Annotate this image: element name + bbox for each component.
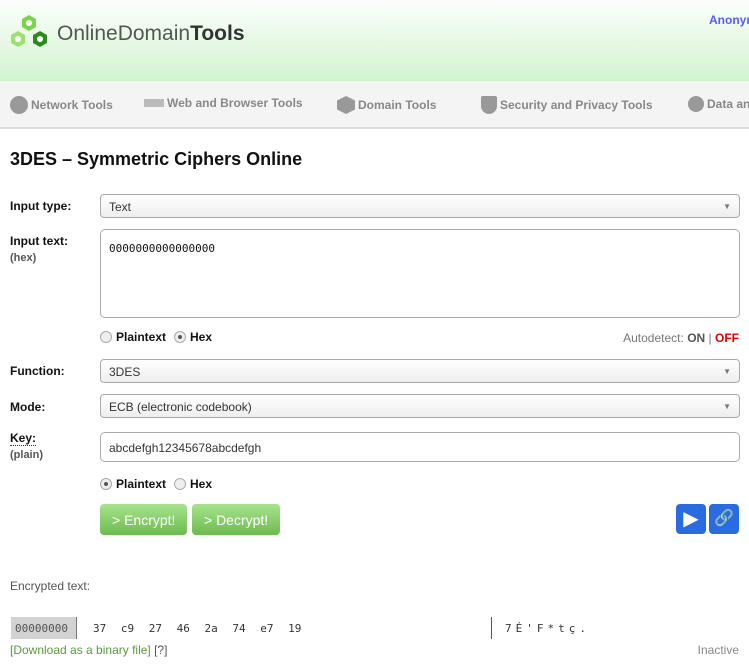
function-select[interactable]: 3DES ▼ xyxy=(100,359,740,383)
encrypt-button[interactable]: > Encrypt! xyxy=(100,504,188,535)
nav-label: Security and Privacy Tools xyxy=(500,98,653,112)
logo-light: OnlineDomain xyxy=(57,22,191,45)
input-text-label: Input text: (hex) xyxy=(10,234,68,264)
chevron-down-icon: ▼ xyxy=(723,202,731,211)
mode-select[interactable]: ECB (electronic codebook) ▼ xyxy=(100,394,740,418)
globe-icon xyxy=(10,96,28,114)
select-value: ECB (electronic codebook) xyxy=(109,400,252,414)
decrypt-button[interactable]: > Decrypt! xyxy=(192,504,281,535)
shield-icon xyxy=(481,96,497,114)
status-text: Inactive xyxy=(697,643,739,657)
hex-bytes: 37 c9 27 46 2a 74 e7 19 xyxy=(93,622,302,635)
autodetect: Autodetect: ON | OFF xyxy=(623,331,739,345)
nav-label: Web and Browser Tools xyxy=(167,96,303,110)
radio-label: Plaintext xyxy=(116,330,167,344)
chevron-down-icon: ▼ xyxy=(723,402,731,411)
key-format-radios: Plaintext Hex xyxy=(100,477,212,491)
link-icon: 🔗 xyxy=(714,510,734,527)
nav-web-browser-tools[interactable]: Web and Browser Tools xyxy=(144,96,303,110)
autodetect-label: Autodetect: xyxy=(623,331,684,345)
input-text-field[interactable]: 0000000000000000 xyxy=(100,229,740,318)
logo-icon xyxy=(11,15,47,47)
autodetect-off[interactable]: OFF xyxy=(715,331,739,345)
download-link[interactable]: [Download as a binary file] xyxy=(10,643,151,657)
nav-data-tools[interactable]: Data an xyxy=(688,96,749,112)
play-button[interactable]: ▶ xyxy=(676,504,706,534)
separator: | xyxy=(708,331,712,345)
select-value: 3DES xyxy=(109,365,141,379)
hex-radio[interactable] xyxy=(174,478,187,490)
play-icon: ▶ xyxy=(683,508,699,530)
hex-radio[interactable] xyxy=(174,331,187,343)
help-link[interactable]: [?] xyxy=(154,643,167,657)
page-title: 3DES – Symmetric Ciphers Online xyxy=(10,149,303,169)
autodetect-on[interactable]: ON xyxy=(687,331,705,345)
plaintext-radio[interactable] xyxy=(100,478,112,490)
user-link[interactable]: Anonym xyxy=(709,13,749,27)
select-value: Text xyxy=(109,200,132,214)
hex-divider xyxy=(491,617,492,639)
function-label: Function: xyxy=(10,364,65,378)
nav-security-privacy-tools[interactable]: Security and Privacy Tools xyxy=(481,96,653,114)
hex-offset: 00000000 xyxy=(11,617,77,639)
logo-text[interactable]: OnlineDomainTools xyxy=(57,22,245,46)
radio-label: Hex xyxy=(190,330,213,344)
chevron-down-icon: ▼ xyxy=(723,367,731,376)
link-button[interactable]: 🔗 xyxy=(709,504,739,534)
gears-icon xyxy=(688,96,704,112)
hex-output: 00000000 37 c9 27 46 2a 74 e7 19 7É'F*tç… xyxy=(11,617,739,639)
hexagon-icon xyxy=(337,96,355,114)
hex-chars: 7É'F*tç. xyxy=(505,622,590,635)
mode-label: Mode: xyxy=(10,400,46,414)
main-nav: Network Tools Web and Browser Tools Doma… xyxy=(0,81,749,129)
label-sub: (plain) xyxy=(10,449,43,461)
radio-label: Hex xyxy=(190,477,213,491)
key-input[interactable]: abcdefgh12345678abcdefgh xyxy=(100,432,740,462)
nav-label: Domain Tools xyxy=(358,98,437,112)
radio-label: Plaintext xyxy=(116,477,167,491)
label-text: Key: xyxy=(10,431,37,446)
key-label: Key: (plain) xyxy=(10,431,43,461)
logo-bold: Tools xyxy=(190,22,245,45)
output-label: Encrypted text: xyxy=(10,579,91,593)
input-type-select[interactable]: Text ▼ xyxy=(100,194,740,218)
download-links: [Download as a binary file] [?] xyxy=(10,643,167,657)
nav-label: Network Tools xyxy=(31,98,113,112)
nav-domain-tools[interactable]: Domain Tools xyxy=(337,96,436,114)
www-icon xyxy=(144,99,164,107)
input-type-label: Input type: xyxy=(10,199,72,213)
input-format-radios: Plaintext Hex xyxy=(100,330,212,344)
nav-network-tools[interactable]: Network Tools xyxy=(10,96,113,114)
plaintext-radio[interactable] xyxy=(100,331,112,343)
label-sub: (hex) xyxy=(10,252,37,264)
label-text: Input text: xyxy=(10,234,68,248)
nav-label: Data an xyxy=(707,97,749,111)
site-header: OnlineDomainTools Anonym xyxy=(0,0,749,81)
